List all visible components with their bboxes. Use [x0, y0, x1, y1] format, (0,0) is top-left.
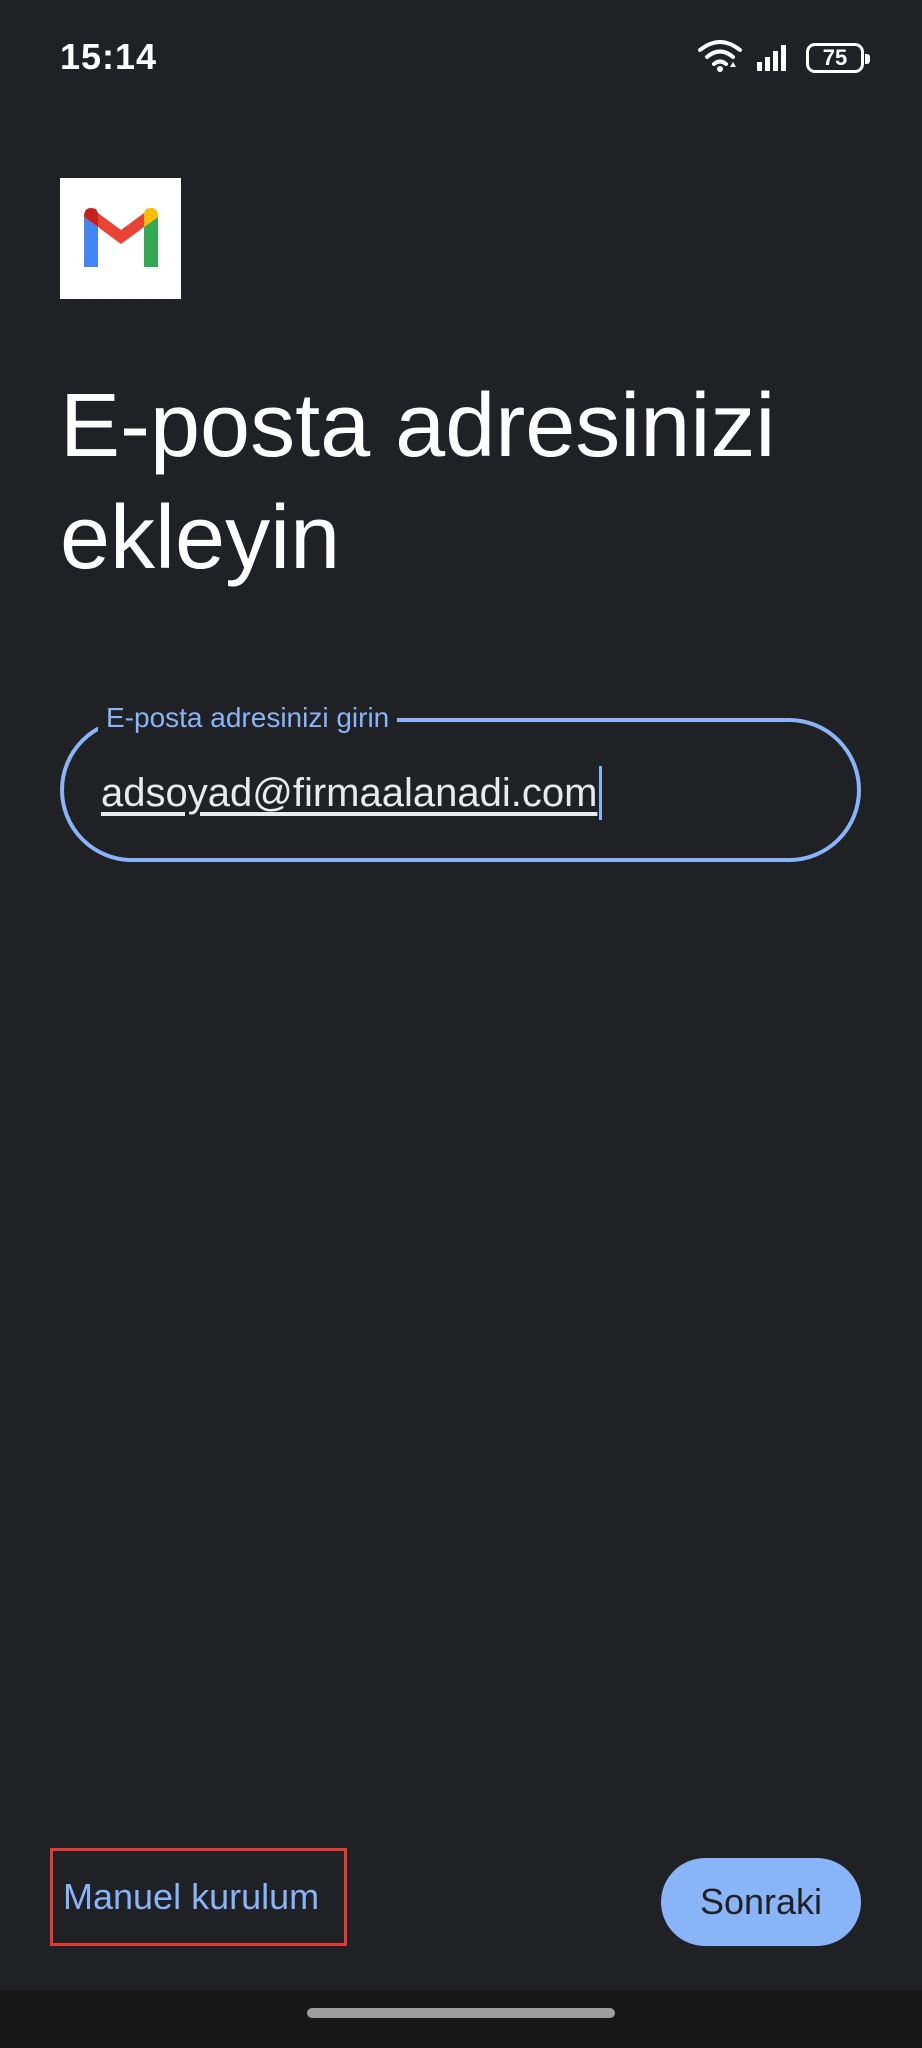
home-indicator[interactable]	[307, 2008, 615, 2018]
signal-icon	[756, 40, 792, 77]
status-bar: 15:14 75	[0, 0, 922, 118]
wifi-icon	[698, 38, 742, 79]
email-field[interactable]: E-posta adresinizi girin adsoyad@firmaal…	[60, 698, 861, 862]
gmail-logo	[60, 178, 181, 299]
gmail-icon	[78, 203, 164, 274]
navigation-bar	[0, 1990, 922, 2048]
email-field-label: E-posta adresinizi girin	[98, 698, 398, 738]
text-cursor	[599, 766, 603, 820]
email-field-value-wrapper[interactable]: adsoyad@firmaalanadi.com	[101, 766, 603, 820]
status-time: 15:14	[60, 36, 158, 77]
manual-setup-link[interactable]: Manuel kurulum	[50, 1848, 347, 1946]
email-field-value[interactable]: adsoyad@firmaalanadi.com	[101, 769, 597, 817]
status-icons: 75	[698, 38, 870, 79]
battery-icon: 75	[806, 43, 870, 73]
battery-level: 75	[822, 45, 848, 70]
page-title: E-posta adresinizi ekleyin	[60, 376, 776, 588]
next-button[interactable]: Sonraki	[661, 1858, 861, 1946]
